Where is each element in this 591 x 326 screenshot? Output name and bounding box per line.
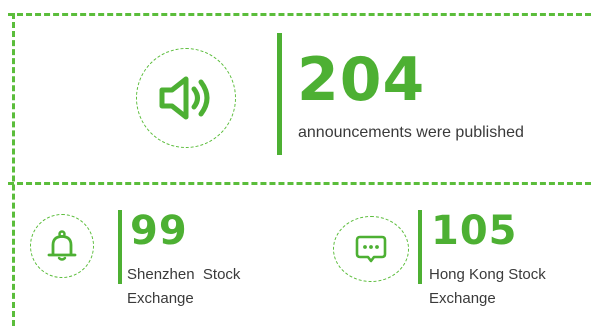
- hong-kong-accent-bar: [418, 210, 422, 284]
- total-announcements-label: announcements were published: [298, 124, 524, 141]
- shenzhen-number: 99: [130, 208, 188, 254]
- shenzhen-label-line2: Exchange: [127, 290, 194, 307]
- hong-kong-label-line2: Exchange: [429, 290, 496, 307]
- top-dashed-border: [8, 13, 591, 16]
- hong-kong-number: 105: [431, 208, 518, 254]
- speaker-icon-circle: [136, 48, 236, 148]
- shenzhen-accent-bar: [118, 210, 122, 284]
- total-announcements-number: 204: [297, 45, 426, 115]
- shenzhen-label-line1: Shenzhen Stock: [127, 266, 241, 283]
- chat-bubble-icon-circle: [333, 216, 409, 282]
- speaker-icon: [159, 76, 210, 120]
- total-accent-bar: [277, 33, 282, 155]
- chat-bubble-icon: [355, 235, 387, 263]
- left-dashed-border: [12, 13, 15, 326]
- middle-dashed-divider: [8, 182, 591, 185]
- hong-kong-label-line1: Hong Kong Stock: [429, 266, 546, 283]
- bell-icon: [47, 230, 77, 261]
- bell-icon-circle: [30, 214, 94, 278]
